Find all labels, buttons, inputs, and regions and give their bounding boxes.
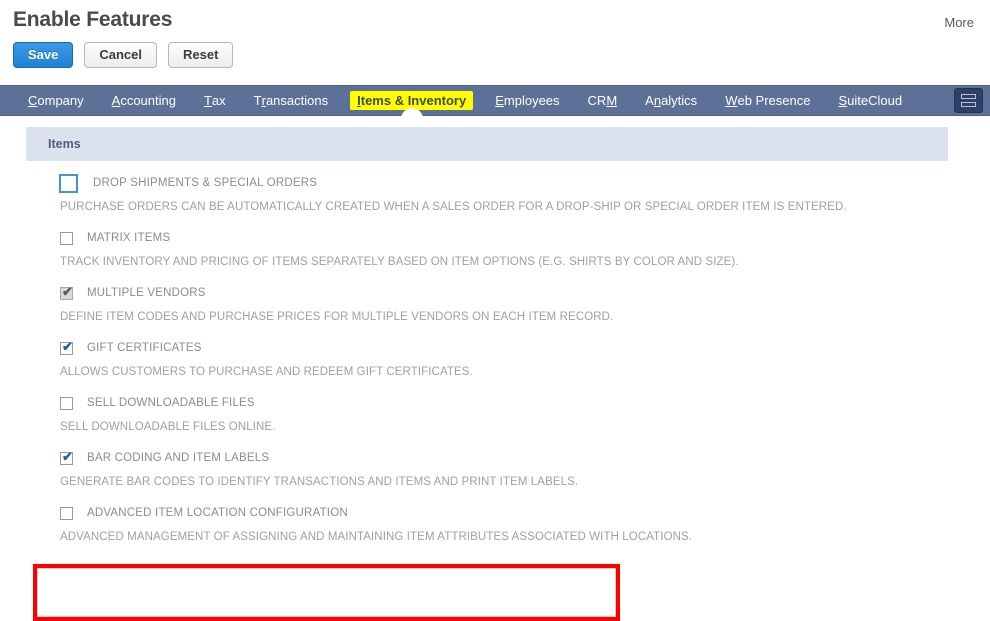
feature-description: ADVANCED MANAGEMENT OF ASSIGNING AND MAI…: [60, 531, 693, 543]
feature-label[interactable]: GIFT CERTIFICATES: [87, 342, 202, 354]
form-action-buttons: Save Cancel Reset: [13, 42, 234, 68]
tab-items-inventory[interactable]: Items & Inventory: [350, 91, 474, 119]
feature-label[interactable]: BAR CODING AND ITEM LABELS: [87, 452, 269, 464]
feature-head: MATRIX ITEMS: [60, 227, 990, 249]
tab-analytics[interactable]: An alytics: [631, 86, 711, 115]
tab-suitecloud[interactable]: SuiteCloud: [824, 86, 916, 115]
tab-accesskey: n: [653, 93, 662, 108]
tab-list: Company Accounting Tax Tr ansactions Items & …: [0, 86, 954, 119]
save-button[interactable]: Save: [13, 42, 74, 68]
page-header: Enable Features More Save Cancel Reset: [0, 0, 990, 85]
feature-list: DROP SHIPMENTS & SPECIAL ORDERS PURCHASE …: [0, 161, 990, 543]
tab-crm[interactable]: CR M: [574, 86, 632, 115]
feature-head: ✔ BAR CODING AND ITEM LABELS: [60, 447, 990, 469]
tab-accesskey: W: [725, 93, 738, 108]
feature-label[interactable]: DROP SHIPMENTS & SPECIAL ORDERS: [93, 177, 317, 189]
feature-checkbox[interactable]: [60, 396, 73, 410]
tab-employees[interactable]: Employees: [481, 86, 573, 115]
items-section-header: Items: [26, 127, 948, 161]
page-title: Enable Features: [13, 8, 173, 31]
feature-label[interactable]: MATRIX ITEMS: [87, 232, 170, 244]
feature-checkbox[interactable]: [60, 506, 73, 520]
feature-checkbox[interactable]: ✔: [60, 448, 73, 465]
feature-row: DROP SHIPMENTS & SPECIAL ORDERS PURCHASE …: [0, 172, 990, 213]
tab-accesskey: S: [838, 93, 848, 108]
feature-head: DROP SHIPMENTS & SPECIAL ORDERS: [59, 172, 990, 194]
feature-row: MATRIX ITEMS TRACK INVENTORY AND PRICING …: [0, 227, 990, 268]
feature-row: ADVANCED ITEM LOCATION CONFIGURATION ADVA…: [0, 502, 990, 543]
reset-button[interactable]: Reset: [168, 42, 234, 68]
tab-company[interactable]: Company: [14, 86, 98, 115]
tab-transactions[interactable]: Tr ansactions: [240, 86, 342, 115]
tab-accesskey: A: [111, 93, 121, 108]
more-link[interactable]: More: [944, 15, 974, 30]
feature-checkbox[interactable]: ✔: [60, 283, 73, 300]
feature-tab-bar: Company Accounting Tax Tr ansactions Items & …: [0, 85, 990, 119]
checkmark-icon: ✔: [62, 338, 73, 354]
panel-toggle-bar-bottom: [961, 102, 976, 107]
tab-accesskey: T: [203, 93, 212, 108]
features-content: Items DROP SHIPMENTS & SPECIAL ORDERS PUR…: [0, 127, 990, 621]
tab-accesskey: C: [28, 93, 38, 108]
feature-description: TRACK INVENTORY AND PRICING OF ITEMS SEP…: [60, 256, 739, 268]
checkmark-icon: ✔: [62, 283, 73, 299]
tab-accesskey: r: [261, 93, 266, 108]
feature-label[interactable]: MULTIPLE VENDORS: [87, 287, 206, 299]
feature-row: SELL DOWNLOADABLE FILES SELL DOWNLOADABLE…: [0, 392, 990, 433]
feature-label[interactable]: ADVANCED ITEM LOCATION CONFIGURATION: [87, 507, 348, 519]
feature-description: DEFINE ITEM CODES AND PURCHASE PRICES FO…: [60, 311, 614, 323]
feature-head: SELL DOWNLOADABLE FILES: [60, 392, 990, 414]
section-title: Items: [48, 137, 81, 151]
tab-accesskey: M: [606, 93, 618, 108]
feature-description: GENERATE BAR CODES TO IDENTIFY TRANSACTI…: [60, 476, 579, 488]
tab-web-presence[interactable]: Web Presence: [711, 86, 824, 115]
feature-head: ADVANCED ITEM LOCATION CONFIGURATION: [60, 502, 990, 524]
cancel-button[interactable]: Cancel: [84, 42, 158, 68]
tab-accesskey: E: [495, 93, 504, 108]
feature-head: ✔ MULTIPLE VENDORS: [60, 282, 990, 304]
panel-layout-toggle-icon[interactable]: [954, 88, 983, 113]
feature-row: ✔ BAR CODING AND ITEM LABELS GENERATE BAR …: [0, 447, 990, 488]
tab-accesskey: I: [357, 93, 361, 108]
feature-checkbox[interactable]: ✔: [60, 338, 73, 355]
panel-toggle-bar-top: [961, 94, 976, 99]
feature-checkbox[interactable]: [60, 231, 73, 245]
feature-description: SELL DOWNLOADABLE FILES ONLINE.: [60, 421, 276, 433]
highlight-inner-border: [37, 568, 616, 617]
feature-row: ✔ MULTIPLE VENDORS DEFINE ITEM CODES AND P…: [0, 282, 990, 323]
tab-accounting[interactable]: Accounting: [98, 86, 190, 115]
feature-row: ✔ GIFT CERTIFICATES ALLOWS CUSTOMERS TO PU…: [0, 337, 990, 378]
feature-description: ALLOWS CUSTOMERS TO PURCHASE AND REDEEM …: [60, 366, 473, 378]
tab-tax[interactable]: Tax: [190, 86, 240, 115]
feature-checkbox[interactable]: [59, 173, 78, 193]
feature-label[interactable]: SELL DOWNLOADABLE FILES: [87, 397, 255, 409]
feature-head: ✔ GIFT CERTIFICATES: [60, 337, 990, 359]
checkmark-icon: ✔: [62, 448, 73, 464]
feature-description: PURCHASE ORDERS CAN BE AUTOMATICALLY CRE…: [60, 201, 847, 213]
active-tab-pointer: [350, 108, 473, 119]
highlight-annotation-box: [33, 564, 620, 621]
